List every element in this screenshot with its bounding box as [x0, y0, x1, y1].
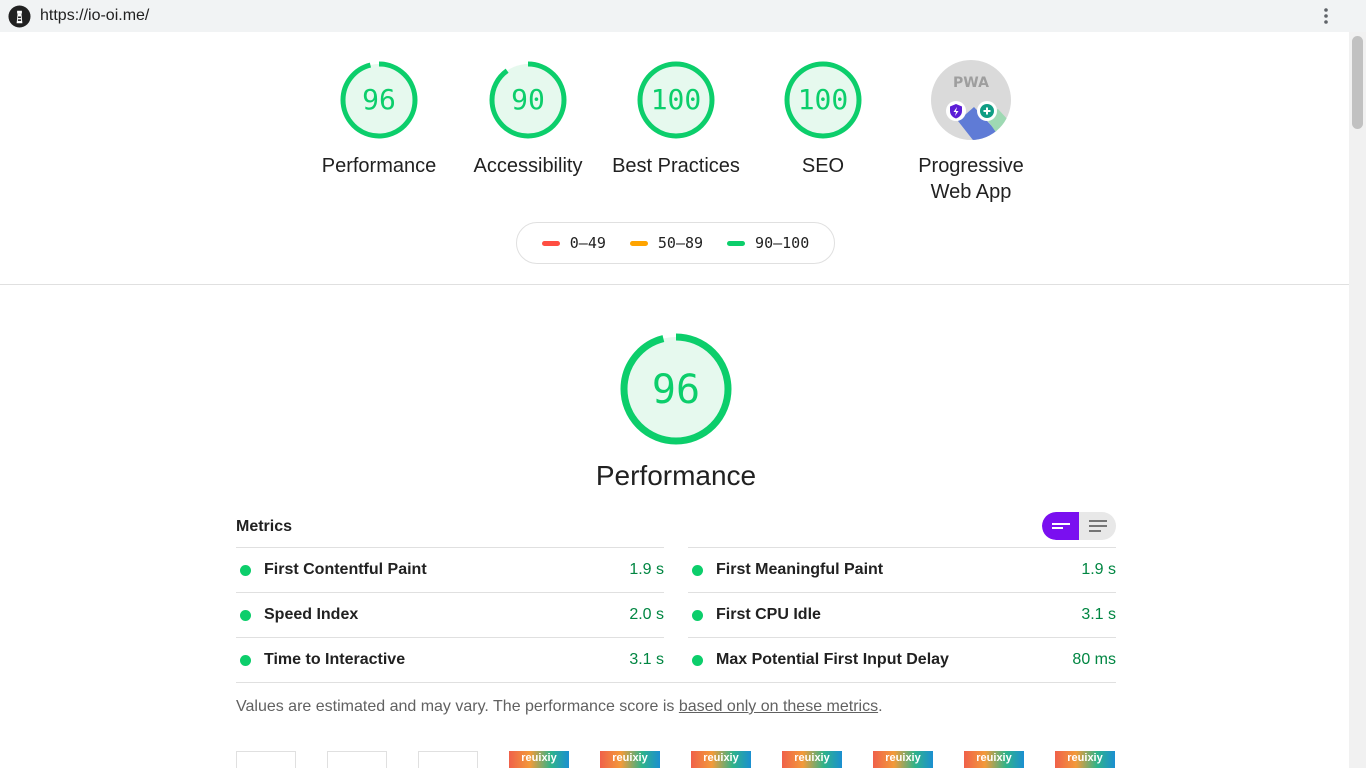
legend-fail-swatch: [541, 240, 560, 246]
filmstrip-frame: reuixiy: [600, 751, 660, 768]
accessibility-gauge-ring: 90: [489, 61, 567, 139]
more-options-icon[interactable]: [1318, 6, 1334, 26]
pwa-badge-text: PWA: [953, 75, 989, 91]
pass-indicator: [692, 609, 703, 621]
metric-value: 2.0 s: [629, 606, 664, 623]
filmstrip-frame: reuixiy: [873, 751, 933, 768]
legend-pass-label: 90–100: [755, 234, 810, 252]
accessibility-label: Accessibility: [473, 155, 583, 177]
performance-large-gauge: 96: [620, 333, 732, 445]
performance-label: Performance: [321, 155, 437, 177]
metric-value: 1.9 s: [629, 561, 664, 578]
legend-average: 50–89: [629, 234, 704, 252]
metric-first-contentful-paint: First Contentful Paint 1.9 s: [236, 547, 664, 592]
legend-pass-swatch: [727, 240, 746, 246]
performance-gauge-ring: 96: [340, 61, 418, 139]
legend-fail-label: 0–49: [569, 234, 606, 252]
gauge-best-practices[interactable]: 100 Best Practices: [606, 59, 746, 179]
metric-value: 3.1 s: [629, 651, 664, 668]
seo-gauge-ring: 100: [784, 61, 862, 139]
pass-indicator: [240, 654, 251, 666]
address-bar: https://io-oi.me/: [0, 0, 1366, 32]
gauge-accessibility[interactable]: 90 Accessibility: [458, 59, 598, 179]
pass-indicator: [692, 564, 703, 576]
performance-section-title: Performance: [595, 460, 757, 491]
gauge-performance[interactable]: 96 Performance: [309, 59, 449, 179]
metric-time-to-interactive: Time to Interactive 3.1 s: [236, 637, 664, 682]
accessibility-score: 90: [511, 83, 545, 116]
metric-value: 3.1 s: [1081, 606, 1116, 623]
pass-indicator: [240, 564, 251, 576]
filmstrip-frame: reuixiy: [782, 751, 842, 768]
header-divider: [0, 284, 1349, 285]
metrics-heading: Metrics: [236, 518, 293, 535]
scrollbar[interactable]: [1349, 32, 1366, 768]
filmstrip-frame: [418, 751, 478, 768]
score-scale-legend: 0–49 50–89 90–100: [516, 222, 835, 264]
pwa-label: Progressive Web App: [918, 155, 1024, 203]
metric-name: Speed Index: [264, 606, 359, 623]
scrollbar-thumb[interactable]: [1352, 36, 1363, 129]
scoring-link[interactable]: based only on these metrics: [679, 698, 878, 715]
metric-max-potential-fid: Max Potential First Input Delay 80 ms: [688, 637, 1116, 682]
metrics-note: Values are estimated and may vary. The p…: [236, 698, 883, 716]
metric-name: Time to Interactive: [264, 651, 406, 668]
page-url[interactable]: https://io-oi.me/: [40, 7, 149, 25]
filmstrip-frame: reuixiy: [509, 751, 569, 768]
best-practices-score: 100: [651, 83, 702, 116]
gauge-seo[interactable]: 100 SEO: [753, 59, 893, 179]
metric-name: First CPU Idle: [716, 606, 821, 623]
metrics-note-text: Values are estimated and may vary. The p…: [236, 698, 679, 715]
expanded-list-icon: [1088, 520, 1107, 532]
lighthouse-logo-icon: [8, 5, 31, 28]
best-practices-label: Best Practices: [612, 155, 740, 177]
compact-list-icon: [1051, 523, 1070, 529]
metric-first-cpu-idle: First CPU Idle 3.1 s: [688, 592, 1116, 637]
gauge-pwa[interactable]: PWA Progressive Web App: [901, 59, 1041, 205]
metric-name: First Contentful Paint: [264, 561, 427, 578]
best-practices-gauge-ring: 100: [637, 61, 715, 139]
pass-indicator: [692, 654, 703, 666]
metric-name: Max Potential First Input Delay: [716, 651, 949, 668]
filmstrip-frame: reuixiy: [964, 751, 1024, 768]
pass-indicator: [240, 609, 251, 621]
compact-view-button[interactable]: [1042, 512, 1079, 540]
filmstrip-frame: [236, 751, 296, 768]
legend-fail: 0–49: [541, 234, 606, 252]
performance-large-score: 96: [652, 367, 700, 413]
legend-average-swatch: [629, 240, 648, 246]
metric-value: 80 ms: [1072, 651, 1116, 668]
metrics-view-toggle[interactable]: [1042, 512, 1116, 540]
seo-label: SEO: [801, 155, 845, 177]
seo-score: 100: [798, 83, 849, 116]
legend-average-label: 50–89: [657, 234, 704, 252]
metric-speed-index: Speed Index 2.0 s: [236, 592, 664, 637]
expanded-view-button[interactable]: [1079, 512, 1116, 540]
filmstrip-frame: reuixiy: [691, 751, 751, 768]
metrics-note-end: .: [878, 698, 883, 715]
metric-name: First Meaningful Paint: [716, 561, 884, 578]
filmstrip-frame: reuixiy: [1055, 751, 1115, 768]
performance-score: 96: [362, 83, 396, 116]
pwa-badge-icon: PWA: [931, 60, 1011, 140]
filmstrip-frame: [327, 751, 387, 768]
metrics-bottom-border: [236, 682, 1116, 683]
metric-first-meaningful-paint: First Meaningful Paint 1.9 s: [688, 547, 1116, 592]
metric-value: 1.9 s: [1081, 561, 1116, 578]
legend-pass: 90–100: [727, 234, 809, 252]
